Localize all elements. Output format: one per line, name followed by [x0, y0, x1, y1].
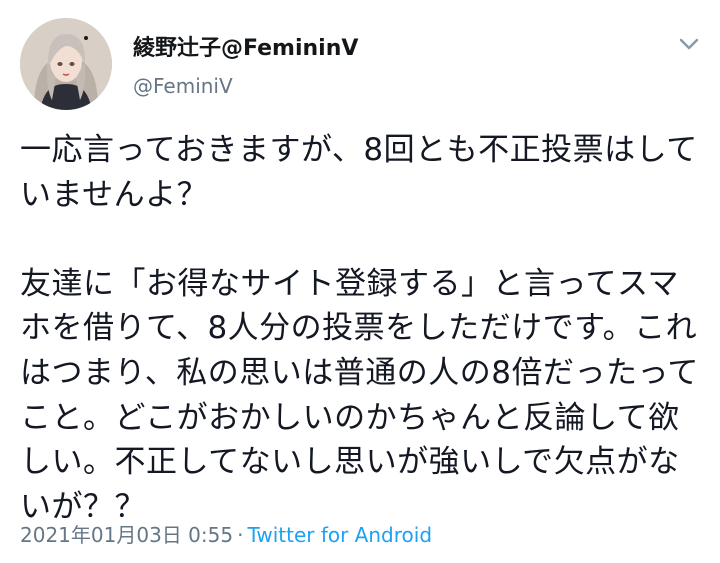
- tweet-text: 一応言っておきますが、8回とも不正投票はしていませんよ？ 友達に「お得なサイト登…: [20, 132, 699, 525]
- tweet-source-link[interactable]: Twitter for Android: [247, 523, 432, 547]
- chevron-down-icon[interactable]: [676, 34, 702, 54]
- tweet-meta: 2021年01月03日 0:55 · Twitter for Android: [20, 519, 432, 548]
- tweet-card: 綾野辻子@FemininV @FeminiV 一応言っておきますが、8回とも不正…: [0, 0, 720, 563]
- tweet-timestamp[interactable]: 2021年01月03日 0:55: [20, 523, 233, 547]
- avatar[interactable]: [20, 18, 112, 110]
- meta-separator: ·: [237, 523, 244, 547]
- user-handle[interactable]: @FeminiV: [133, 74, 233, 98]
- display-name[interactable]: 綾野辻子@FemininV: [133, 30, 358, 62]
- avatar-image: [20, 18, 112, 110]
